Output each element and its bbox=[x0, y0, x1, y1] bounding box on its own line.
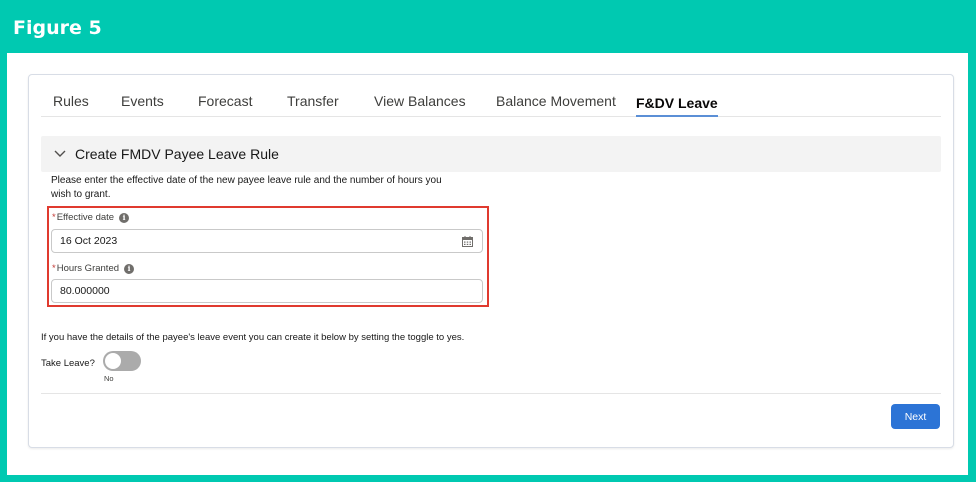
effective-date-input[interactable]: 16 Oct 2023 bbox=[51, 229, 483, 253]
tab-transfer[interactable]: Transfer bbox=[287, 93, 339, 109]
take-leave-toggle[interactable] bbox=[103, 351, 141, 371]
hours-granted-label-text: Hours Granted bbox=[56, 263, 120, 274]
hours-granted-value: 80.000000 bbox=[60, 285, 110, 297]
divider bbox=[41, 393, 941, 394]
required-marker: * bbox=[52, 212, 56, 223]
intro-line-2: wish to grant. bbox=[51, 189, 111, 200]
tab-bar: Rules Events Forecast Transfer View Bala… bbox=[41, 75, 941, 117]
next-button[interactable]: Next bbox=[891, 404, 940, 429]
tab-rules[interactable]: Rules bbox=[53, 93, 89, 109]
intro-line-1: Please enter the effective date of the n… bbox=[51, 175, 442, 186]
section-title: Create FMDV Payee Leave Rule bbox=[75, 146, 279, 162]
section-intro: Please enter the effective date of the n… bbox=[51, 174, 491, 202]
toggle-state-text: No bbox=[104, 374, 114, 383]
tab-events[interactable]: Events bbox=[121, 93, 164, 109]
tab-view-balances[interactable]: View Balances bbox=[374, 93, 466, 109]
tab-fdv-leave[interactable]: F&DV Leave bbox=[636, 95, 718, 117]
tab-forecast[interactable]: Forecast bbox=[198, 93, 252, 109]
leave-card: Rules Events Forecast Transfer View Bala… bbox=[28, 74, 954, 448]
effective-date-value: 16 Oct 2023 bbox=[60, 235, 118, 247]
take-leave-label: Take Leave? bbox=[41, 358, 95, 369]
info-icon[interactable]: i bbox=[124, 263, 135, 274]
toggle-instructions: If you have the details of the payee's l… bbox=[41, 332, 465, 343]
calendar-icon[interactable] bbox=[462, 236, 473, 247]
chevron-down-icon bbox=[54, 150, 66, 157]
screenshot-area: Rules Events Forecast Transfer View Bala… bbox=[7, 53, 968, 475]
required-marker: * bbox=[52, 263, 56, 274]
effective-date-label-text: Effective date bbox=[56, 212, 115, 223]
toggle-knob bbox=[105, 353, 121, 369]
info-icon[interactable]: i bbox=[119, 212, 130, 223]
effective-date-label: *Effective date i bbox=[52, 212, 130, 223]
hours-granted-label: *Hours Granted i bbox=[52, 263, 135, 274]
tab-balance-movement[interactable]: Balance Movement bbox=[496, 93, 616, 109]
section-toggle[interactable]: Create FMDV Payee Leave Rule bbox=[41, 136, 941, 172]
hours-granted-input[interactable]: 80.000000 bbox=[51, 279, 483, 303]
figure-frame: Figure 5 Rules Events Forecast Transfer … bbox=[0, 0, 976, 482]
figure-title: Figure 5 bbox=[13, 17, 102, 39]
